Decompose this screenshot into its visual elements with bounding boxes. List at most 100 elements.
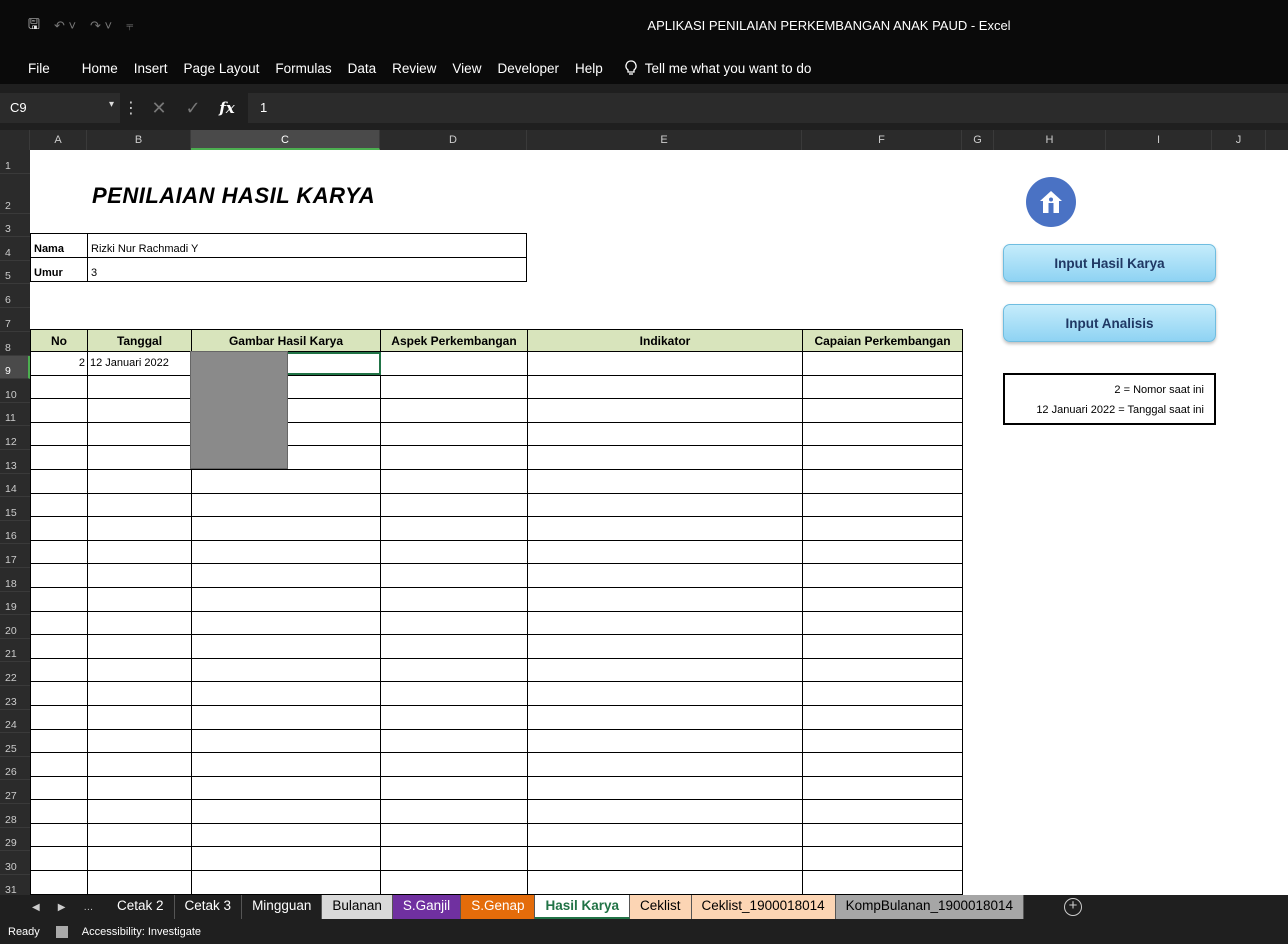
table-cell[interactable]: [380, 870, 528, 895]
table-cell[interactable]: [30, 846, 88, 872]
chevron-down-icon[interactable]: ▾: [109, 99, 114, 110]
table-cell[interactable]: [527, 775, 803, 801]
table-cell[interactable]: [802, 516, 963, 541]
table-cell[interactable]: [87, 492, 192, 518]
table-cell[interactable]: [30, 728, 88, 754]
table-cell[interactable]: [30, 657, 88, 683]
table-cell[interactable]: [30, 563, 88, 588]
table-cell[interactable]: [380, 822, 528, 848]
menu-view[interactable]: View: [452, 61, 481, 76]
row-header-21[interactable]: 21: [0, 639, 30, 663]
insert-function-icon[interactable]: fx: [210, 99, 244, 117]
table-cell[interactable]: [380, 681, 528, 706]
column-header-a[interactable]: A: [30, 130, 87, 150]
table-cell[interactable]: [802, 492, 963, 518]
row-header-27[interactable]: 27: [0, 780, 30, 804]
table-cell[interactable]: [191, 563, 381, 588]
table-cell[interactable]: [802, 586, 963, 612]
sheet-tab[interactable]: Hasil Karya: [535, 895, 631, 919]
table-cell[interactable]: [802, 846, 963, 872]
table-cell[interactable]: [802, 610, 963, 636]
table-cell[interactable]: [87, 421, 192, 447]
table-cell[interactable]: [802, 398, 963, 423]
input-analisis-button[interactable]: Input Analisis: [1003, 304, 1216, 342]
row-header-17[interactable]: 17: [0, 544, 30, 568]
table-cell[interactable]: [380, 657, 528, 683]
tell-me-search[interactable]: Tell me what you want to do: [625, 60, 811, 76]
table-cell[interactable]: [527, 516, 803, 541]
table-cell[interactable]: [30, 586, 88, 612]
table-cell[interactable]: [802, 681, 963, 706]
row-header-13[interactable]: 13: [0, 450, 30, 474]
table-cell[interactable]: [30, 634, 88, 659]
table-cell[interactable]: [191, 799, 381, 824]
row-header-20[interactable]: 20: [0, 615, 30, 639]
table-cell[interactable]: [802, 468, 963, 494]
table-cell[interactable]: [380, 421, 528, 447]
row-header-5[interactable]: 5: [0, 261, 30, 285]
cell-no[interactable]: 2: [30, 351, 88, 376]
table-cell[interactable]: [191, 634, 381, 659]
row-header-16[interactable]: 16: [0, 521, 30, 545]
table-cell[interactable]: [87, 539, 192, 565]
row-header-2[interactable]: 2: [0, 174, 30, 214]
column-header-i[interactable]: I: [1106, 130, 1212, 150]
table-cell[interactable]: [87, 822, 192, 848]
table-cell[interactable]: [527, 870, 803, 895]
accessibility-status[interactable]: Accessibility: Investigate: [82, 926, 201, 938]
table-cell[interactable]: [380, 468, 528, 494]
sheet-tab[interactable]: S.Ganjil: [392, 895, 462, 919]
table-cell[interactable]: [380, 634, 528, 659]
table-cell[interactable]: [30, 775, 88, 801]
row-header-15[interactable]: 15: [0, 497, 30, 521]
table-cell[interactable]: [191, 586, 381, 612]
table-cell[interactable]: [191, 752, 381, 777]
table-cell[interactable]: [191, 610, 381, 636]
table-cell[interactable]: [527, 539, 803, 565]
table-cell[interactable]: [380, 728, 528, 754]
table-cell[interactable]: [87, 704, 192, 730]
sheet-tab[interactable]: Ceklist: [630, 895, 692, 919]
table-cell[interactable]: [527, 398, 803, 423]
table-cell[interactable]: [30, 492, 88, 518]
header-indikator[interactable]: Indikator: [527, 329, 803, 352]
sheet-tab[interactable]: Bulanan: [322, 895, 393, 919]
table-cell[interactable]: [380, 704, 528, 730]
table-cell[interactable]: [191, 728, 381, 754]
table-cell[interactable]: [191, 846, 381, 872]
column-header-d[interactable]: D: [380, 130, 527, 150]
tab-prev-icon[interactable]: ◀: [32, 902, 40, 913]
table-cell[interactable]: [380, 846, 528, 872]
table-cell[interactable]: [30, 539, 88, 565]
table-cell[interactable]: [87, 728, 192, 754]
table-cell[interactable]: [87, 846, 192, 872]
row-header-18[interactable]: 18: [0, 568, 30, 592]
table-cell[interactable]: [87, 870, 192, 895]
row-header-26[interactable]: 26: [0, 757, 30, 781]
select-all-corner[interactable]: [0, 130, 30, 150]
table-cell[interactable]: [802, 822, 963, 848]
table-cell[interactable]: [802, 421, 963, 447]
column-header-g[interactable]: G: [962, 130, 994, 150]
name-box[interactable]: C9 ▾: [0, 93, 120, 123]
table-cell[interactable]: [87, 374, 192, 400]
column-header-h[interactable]: H: [994, 130, 1106, 150]
table-cell[interactable]: [191, 870, 381, 895]
table-cell[interactable]: [30, 516, 88, 541]
worksheet[interactable]: PENILAIAN HASIL KARYA Nama Rizki Nur Rac…: [30, 150, 1288, 895]
header-tanggal[interactable]: Tanggal: [87, 329, 192, 352]
table-cell[interactable]: [802, 634, 963, 659]
table-cell[interactable]: [87, 752, 192, 777]
sheet-tab[interactable]: Cetak 3: [175, 895, 243, 919]
table-cell[interactable]: [191, 657, 381, 683]
tab-more-icon[interactable]: …: [83, 902, 93, 913]
row-header-1[interactable]: 1: [0, 150, 30, 174]
table-cell[interactable]: [87, 657, 192, 683]
table-cell[interactable]: [87, 799, 192, 824]
row-header-6[interactable]: 6: [0, 284, 30, 308]
table-cell[interactable]: [30, 870, 88, 895]
table-cell[interactable]: [527, 563, 803, 588]
table-cell[interactable]: [191, 539, 381, 565]
table-cell[interactable]: [527, 492, 803, 518]
table-cell[interactable]: [527, 468, 803, 494]
